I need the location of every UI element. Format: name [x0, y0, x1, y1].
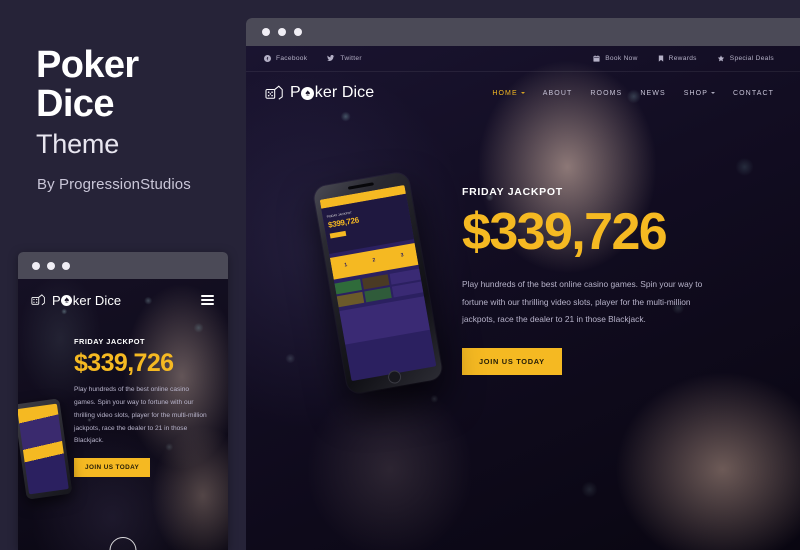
topbar-link-rewards-label: Rewards [668, 55, 697, 62]
mobile-join-us-today-button[interactable]: JOIN US TODAY [74, 458, 151, 478]
topbar-link-special-deals[interactable]: Special Deals [717, 55, 774, 62]
window-dot-minimize-icon[interactable] [47, 261, 55, 270]
hero-eyebrow: FRIDAY JACKPOT [462, 186, 563, 198]
calendar-icon [593, 55, 600, 62]
promo-author: By ProgressionStudios [37, 176, 191, 193]
promo-title-line2: Dice [36, 82, 114, 125]
brand-logo[interactable]: P ker Dice [264, 84, 374, 103]
desktop-browser-chrome [246, 18, 800, 46]
promo-heading: Poker Dice Theme [36, 46, 236, 160]
topbar-link-facebook[interactable]: Facebook [264, 55, 307, 62]
nav-item-rooms[interactable]: ROOMS [590, 90, 622, 97]
mobile-hero-amount: $339,726 [74, 349, 174, 377]
window-dot-maximize-icon[interactable] [62, 261, 70, 270]
brand-text-after: ker Dice [314, 84, 375, 101]
topbar-link-facebook-label: Facebook [276, 55, 308, 62]
nav-item-contact[interactable]: CONTACT [733, 90, 774, 97]
phone-screen-step-3: 3 [400, 252, 405, 259]
topbar-link-book-now[interactable]: Book Now [593, 55, 637, 62]
mobile-hero-eyebrow: FRIDAY JACKPOT [74, 337, 146, 346]
nav-item-contact-label: CONTACT [732, 89, 774, 97]
promo-subtitle: Theme [36, 128, 120, 159]
nav-item-rooms-label: ROOMS [590, 89, 623, 97]
mobile-brand-text-before: P [52, 292, 61, 308]
phone-screen-game-tile [391, 281, 424, 298]
brand-text: P ker Dice [290, 84, 374, 102]
nav-item-home-label: HOME [492, 89, 518, 97]
phone-screen-game-tile [336, 291, 365, 308]
mobile-site-navbar: P ker Dice [18, 279, 228, 321]
topbar-link-twitter-label: Twitter [340, 55, 362, 62]
nav-item-shop[interactable]: SHOP [684, 90, 715, 97]
dice-icon [265, 85, 283, 100]
window-dot-maximize-icon[interactable] [294, 28, 302, 36]
bookmark-icon [658, 55, 663, 62]
nav-links: HOME ABOUT ROOMS NEWS SHOP CONTACT [492, 90, 774, 97]
mobile-brand-text-after: ker Dice [72, 292, 122, 308]
desktop-preview-viewport: Facebook Twitter Book Now Rewards Specia… [246, 46, 800, 550]
nav-item-news[interactable]: NEWS [640, 90, 665, 97]
promo-panel: Poker Dice Theme By ProgressionStudios P… [0, 0, 246, 550]
phone-screen-step-1: 1 [343, 262, 348, 269]
nav-item-news-label: NEWS [640, 89, 666, 97]
chevron-down-icon [520, 92, 525, 94]
site-main-navbar: P ker Dice HOME ABOUT ROOMS NEWS [246, 72, 800, 114]
mobile-phone-screen [18, 403, 69, 495]
window-dot-minimize-icon[interactable] [278, 28, 286, 36]
hero-description: Play hundreds of the best online casino … [462, 278, 703, 325]
brand-text-before: P [290, 84, 301, 101]
promo-title-line1: Poker [36, 44, 139, 86]
topbar-link-special-deals-label: Special Deals [729, 55, 774, 62]
nav-item-about[interactable]: ABOUT [543, 90, 573, 97]
topbar-link-book-now-label: Book Now [605, 55, 638, 62]
dice-icon [31, 293, 45, 305]
mobile-preview-window: P ker Dice FRIDAY JACKPOT $339,726 Play … [18, 252, 228, 550]
mobile-browser-chrome [18, 252, 228, 279]
topbar-link-rewards[interactable]: Rewards [658, 55, 697, 62]
topbar-link-twitter[interactable]: Twitter [327, 55, 362, 62]
spade-icon [301, 86, 315, 100]
star-icon [717, 55, 724, 62]
phone-earpiece-icon [347, 182, 374, 190]
hamburger-icon[interactable] [201, 292, 214, 307]
nav-item-shop-label: SHOP [683, 89, 708, 97]
join-us-today-button[interactable]: JOIN US TODAY [462, 347, 562, 375]
desktop-preview-window: Facebook Twitter Book Now Rewards Specia… [246, 18, 800, 550]
mobile-preview-viewport: P ker Dice FRIDAY JACKPOT $339,726 Play … [18, 279, 228, 550]
window-dot-close-icon[interactable] [262, 28, 270, 36]
topbar-action-links: Book Now Rewards Special Deals [593, 55, 774, 62]
mobile-hero-description: Play hundreds of the best online casino … [74, 386, 207, 445]
phone-screen-hero-button [329, 230, 347, 239]
facebook-icon [264, 55, 271, 62]
chevron-down-icon [710, 92, 715, 94]
mobile-brand-logo[interactable]: P ker Dice [30, 293, 121, 308]
nav-item-about-label: ABOUT [542, 89, 573, 97]
phone-screen-step-2: 2 [372, 257, 376, 264]
twitter-icon [327, 55, 335, 62]
hero-jackpot-amount: $339,726 [462, 203, 668, 261]
topbar-social-links: Facebook Twitter [264, 55, 362, 62]
window-dot-close-icon[interactable] [32, 261, 40, 270]
phone-screen-game-tile [364, 286, 392, 303]
site-topbar: Facebook Twitter Book Now Rewards Specia… [246, 46, 800, 72]
spade-icon [61, 294, 73, 306]
nav-item-home[interactable]: HOME [492, 89, 525, 97]
mobile-brand-text: P ker Dice [52, 293, 121, 308]
